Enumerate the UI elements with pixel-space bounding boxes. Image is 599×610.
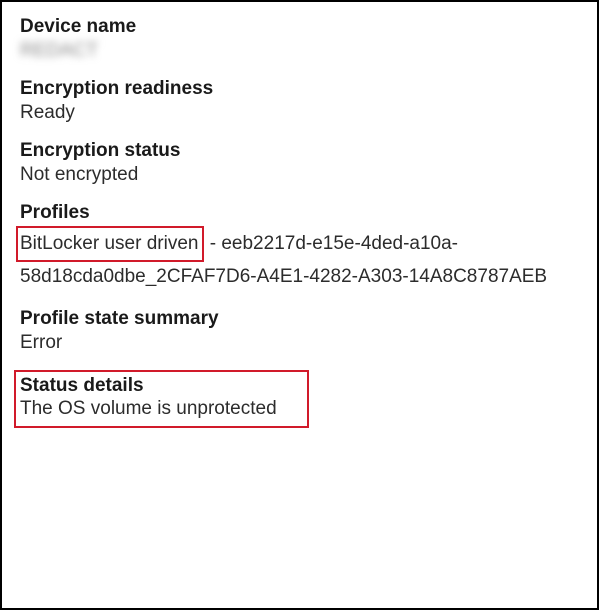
status-details-value: The OS volume is unprotected <box>20 398 277 420</box>
device-name-section: Device name REDACT <box>20 16 579 62</box>
encryption-status-label: Encryption status <box>20 140 579 162</box>
encryption-readiness-value: Ready <box>20 102 579 124</box>
status-details-label: Status details <box>20 375 277 397</box>
profiles-value: BitLocker user driven - eeb2217d-e15e-4d… <box>20 226 579 292</box>
profile-name-highlight: BitLocker user driven <box>16 226 204 262</box>
profile-separator: - <box>204 233 221 254</box>
profile-state-summary-section: Profile state summary Error <box>20 308 579 354</box>
device-name-label: Device name <box>20 16 579 38</box>
encryption-readiness-label: Encryption readiness <box>20 78 579 100</box>
encryption-status-section: Encryption status Not encrypted <box>20 140 579 186</box>
encryption-status-value: Not encrypted <box>20 164 579 186</box>
profile-state-summary-label: Profile state summary <box>20 308 579 330</box>
device-name-value: REDACT <box>20 40 98 62</box>
profiles-label: Profiles <box>20 202 579 224</box>
profiles-section: Profiles BitLocker user driven - eeb2217… <box>20 202 579 292</box>
status-details-highlight: Status details The OS volume is unprotec… <box>14 370 309 428</box>
encryption-readiness-section: Encryption readiness Ready <box>20 78 579 124</box>
profile-state-summary-value: Error <box>20 332 579 354</box>
